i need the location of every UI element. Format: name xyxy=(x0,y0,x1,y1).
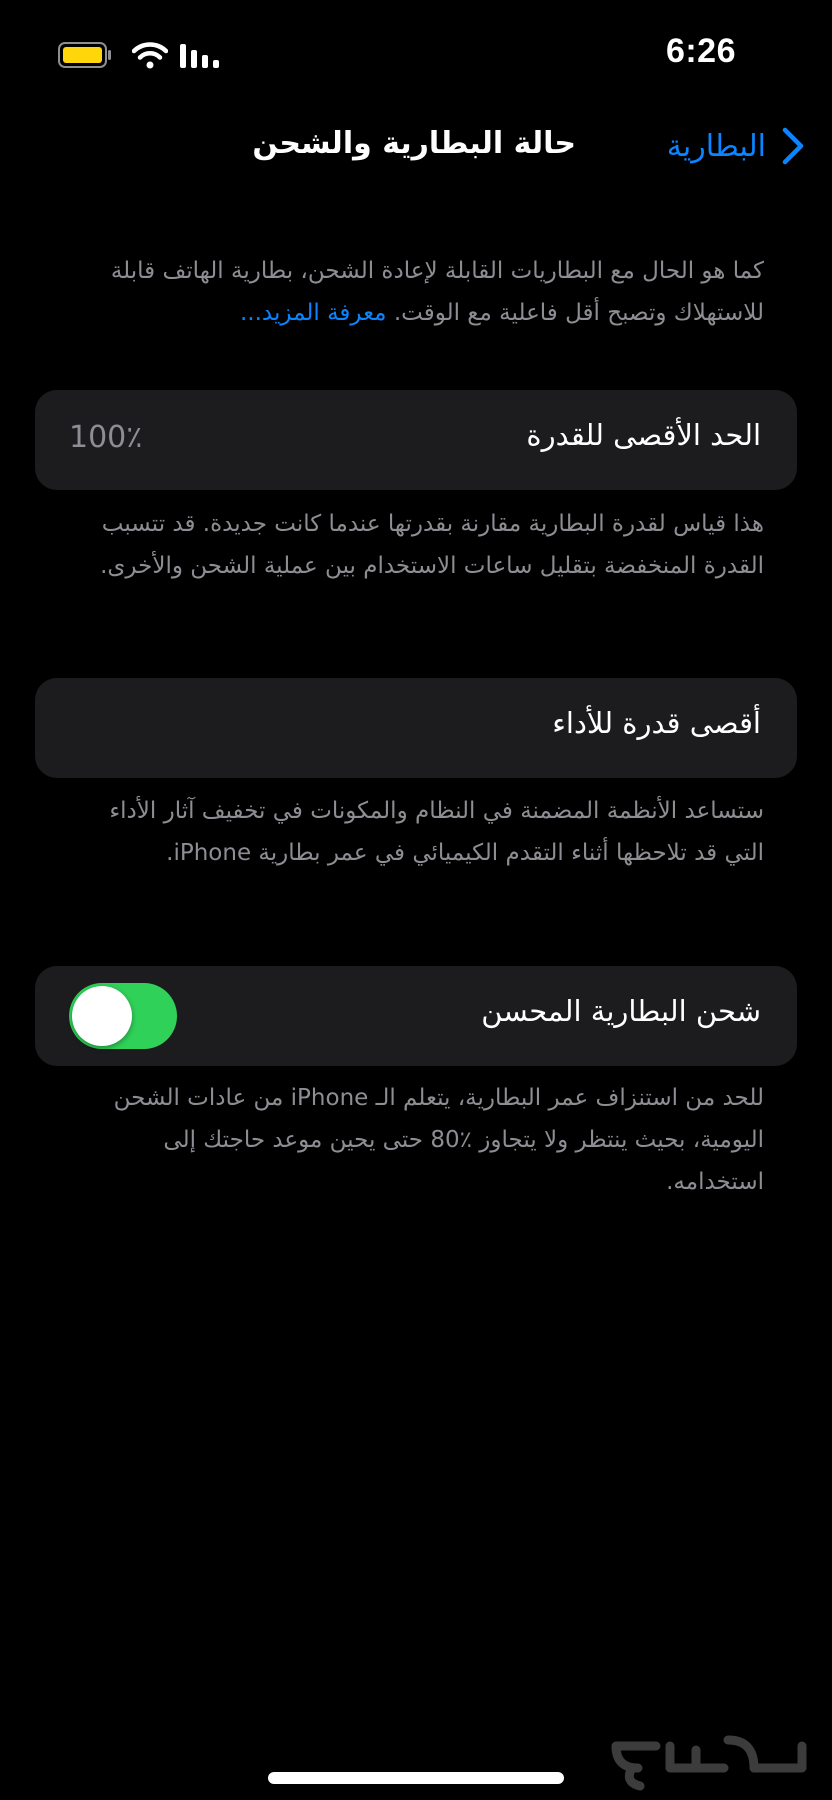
wifi-icon xyxy=(132,42,168,69)
optimized-charging-cell: شحن البطارية المحسن xyxy=(35,966,797,1066)
peak-performance-cell: أقصى قدرة للأداء xyxy=(35,678,797,778)
peak-performance-label: أقصى قدرة للأداء xyxy=(552,706,761,740)
intro-description: كما هو الحال مع البطاريات القابلة لإعادة… xyxy=(64,250,764,334)
haraj-watermark-logo xyxy=(611,1735,807,1791)
maximum-capacity-value: 100٪ xyxy=(69,420,143,455)
maximum-capacity-cell: الحد الأقصى للقدرة 100٪ xyxy=(35,390,797,490)
status-bar: 6:26 xyxy=(0,0,832,110)
chevron-right-icon xyxy=(782,127,804,165)
toggle-knob xyxy=(72,986,132,1046)
maximum-capacity-description: هذا قياس لقدرة البطارية مقارنة بقدرتها ع… xyxy=(100,511,764,579)
navigation-bar: البطارية حالة البطارية والشحن xyxy=(0,120,832,176)
back-button[interactable]: البطارية xyxy=(667,126,806,166)
peak-performance-description: ستساعد الأنظمة المضمنة في النظام والمكون… xyxy=(109,798,764,866)
battery-low-power-icon xyxy=(58,42,111,68)
cellular-signal-icon xyxy=(180,44,219,68)
back-button-label: البطارية xyxy=(666,128,766,164)
learn-more-link[interactable]: معرفة المزيد... xyxy=(240,300,387,326)
optimized-charging-description: للحد من استنزاف عمر البطارية، يتعلم الـ … xyxy=(113,1085,764,1195)
intro-text: كما هو الحال مع البطاريات القابلة لإعادة… xyxy=(110,258,764,326)
status-time: 6:26 xyxy=(665,32,736,70)
maximum-capacity-label: الحد الأقصى للقدرة xyxy=(526,418,761,452)
optimized-charging-label: شحن البطارية المحسن xyxy=(481,994,761,1028)
home-indicator[interactable] xyxy=(268,1772,564,1784)
page-title: حالة البطارية والشحن xyxy=(252,126,576,161)
optimized-charging-toggle[interactable] xyxy=(69,983,177,1049)
